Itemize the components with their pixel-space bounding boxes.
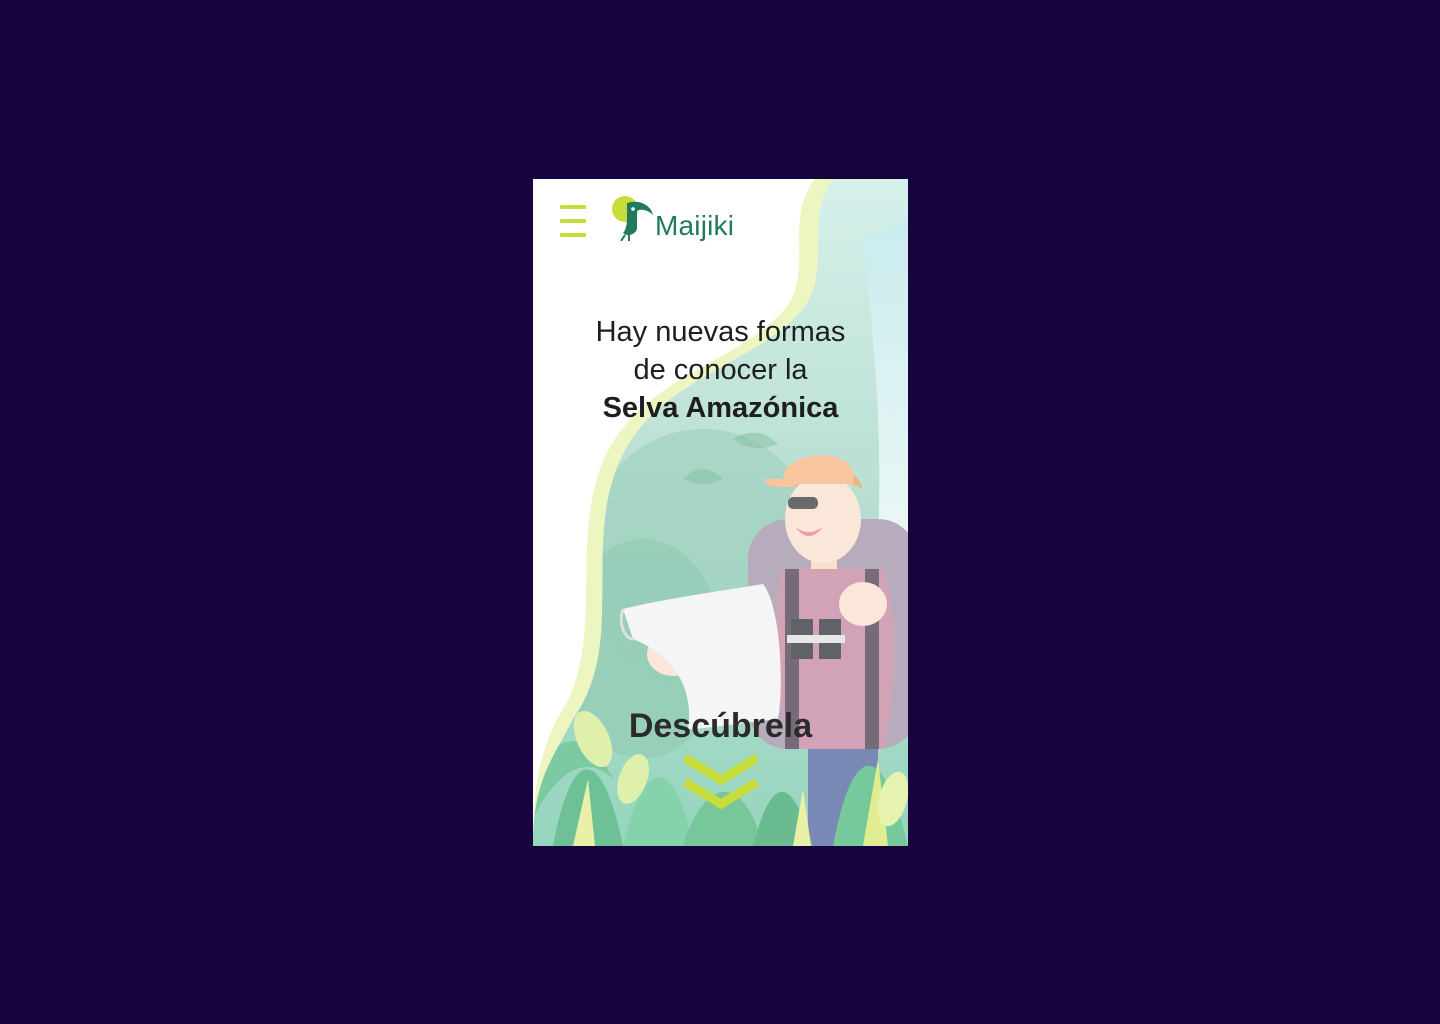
- top-bar: Maijiki: [533, 179, 908, 259]
- hero-line-3: Selva Amazónica: [602, 392, 839, 424]
- brand-name: Maijiki: [655, 210, 735, 241]
- page-background: Maijiki Hay nuevas formas de conocer la …: [0, 0, 1440, 1024]
- double-chevron-down-icon[interactable]: [681, 754, 761, 814]
- toucan-logo-icon: [612, 196, 653, 241]
- hero-headline: Hay nuevas formas de conocer la Selva Am…: [533, 313, 908, 427]
- mobile-screen: Maijiki Hay nuevas formas de conocer la …: [533, 179, 908, 846]
- hero-line-1: Hay nuevas formas: [595, 316, 846, 348]
- discover-label[interactable]: Descúbrela: [533, 707, 908, 746]
- discover-cta[interactable]: Descúbrela: [533, 707, 908, 814]
- brand-logo[interactable]: Maijiki: [611, 193, 734, 243]
- hero-line-2: de conocer la: [633, 354, 808, 386]
- hamburger-menu-icon[interactable]: [557, 203, 589, 239]
